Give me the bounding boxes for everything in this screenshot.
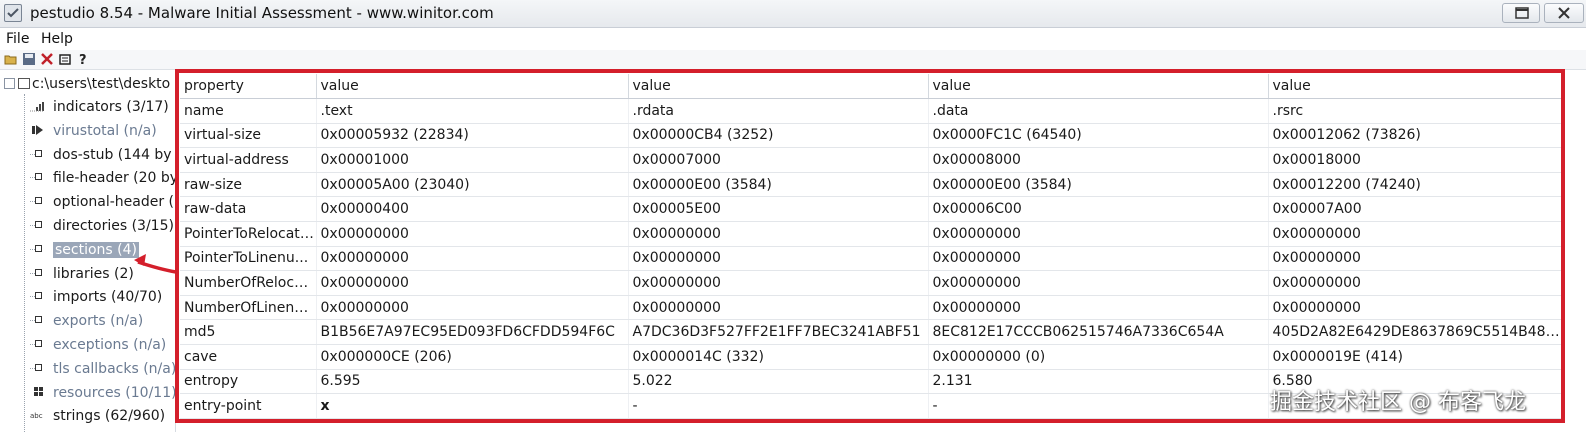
save-icon[interactable]: [22, 52, 36, 66]
tree-item[interactable]: directories (3/15): [30, 218, 174, 240]
square-icon: [30, 195, 44, 207]
close-window-button[interactable]: [1544, 3, 1584, 23]
tree-root-label: c:\users\test\deskto: [32, 76, 171, 92]
svg-text:abc: abc: [30, 412, 43, 420]
tree-item[interactable]: abc strings (62/960): [30, 408, 165, 430]
menu-bar: File Help: [0, 28, 1586, 50]
square-icon: [30, 243, 44, 255]
square-icon: [30, 267, 44, 279]
tree-item[interactable]: exceptions (n/a): [30, 337, 166, 359]
tree-item-label: virustotal (n/a): [53, 122, 157, 139]
open-folder-icon[interactable]: [4, 52, 18, 66]
square-icon: [30, 148, 44, 160]
help-icon[interactable]: ?: [76, 52, 90, 68]
svg-text:?: ?: [79, 53, 87, 66]
tree-item-label: exports (n/a): [53, 313, 144, 330]
tree-item-label: sections (4): [53, 241, 139, 258]
watermark: 掘金技术社区 @ 布客飞龙: [1270, 390, 1526, 415]
export-icon[interactable]: [58, 52, 72, 66]
tree-item-label: imports (40/70): [53, 289, 163, 306]
tree-item-label: exceptions (n/a): [53, 337, 167, 353]
tree-item-label: resources (10/11): [53, 384, 176, 401]
tree-item-label: indicators (3/17): [53, 99, 169, 115]
tree-item[interactable]: libraries (2): [30, 266, 134, 288]
tree-item[interactable]: exports (n/a): [30, 313, 143, 335]
tree-item[interactable]: sections (4): [30, 241, 139, 264]
tree-item[interactable]: imports (40/70): [30, 289, 162, 311]
title-bar: pestudio 8.54 - Malware Initial Assessme…: [0, 0, 1586, 28]
toolbar: ?: [0, 50, 1586, 70]
menu-file[interactable]: File: [6, 31, 29, 47]
close-file-icon[interactable]: [40, 52, 54, 66]
tree-item-label: libraries (2): [53, 265, 134, 282]
grid-icon: [30, 386, 44, 398]
annotation-arrow-icon: [134, 254, 177, 274]
square-icon: [30, 290, 44, 302]
window-title: pestudio 8.54 - Malware Initial Assessme…: [30, 4, 494, 22]
tree-connector: [24, 94, 25, 432]
square-icon: [30, 362, 44, 374]
abc-icon: abc: [30, 409, 44, 421]
tree-item[interactable]: virustotal (n/a): [30, 123, 157, 145]
tree-item-label: directories (3/15): [53, 218, 174, 234]
tree-item-label: strings (62/960): [53, 408, 166, 425]
collapse-box-icon[interactable]: [4, 78, 15, 89]
file-icon: [18, 78, 30, 89]
highlight-frame: [175, 69, 1565, 423]
square-icon: [30, 314, 44, 326]
square-icon: [30, 219, 44, 231]
tree-item[interactable]: indicators (3/17): [30, 99, 169, 121]
tree-item-label: dos-stub (144 by: [53, 146, 172, 163]
tree-item[interactable]: optional-header (: [30, 194, 174, 216]
square-icon: [30, 171, 44, 183]
tree-item[interactable]: dos-stub (144 by: [30, 147, 172, 169]
tree-item[interactable]: resources (10/11): [30, 384, 176, 407]
bar-chart-icon: [30, 100, 44, 112]
tree-item[interactable]: file-header (20 by: [30, 170, 176, 192]
app-icon: [4, 4, 22, 22]
tree-root[interactable]: c:\users\test\deskto: [4, 76, 170, 96]
tree-item[interactable]: tls callbacks (n/a): [30, 360, 176, 383]
tree-item-label: optional-header (: [53, 194, 175, 211]
menu-help[interactable]: Help: [41, 31, 73, 47]
square-icon: [30, 338, 44, 350]
arrow-right-icon: [30, 124, 44, 136]
tree-item-label: tls callbacks (n/a): [53, 360, 176, 377]
maximize-button[interactable]: [1502, 3, 1540, 23]
tree-item-label: file-header (20 by: [53, 170, 176, 187]
